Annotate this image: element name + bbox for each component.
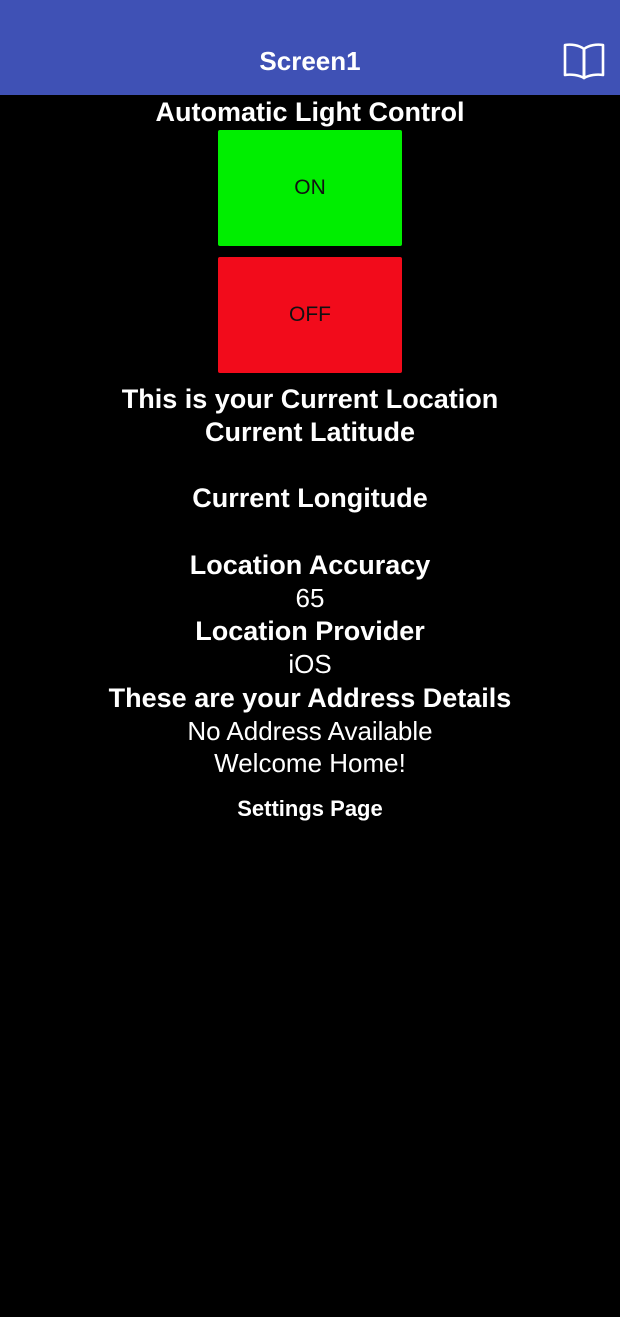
accuracy-value: 65 — [295, 583, 325, 613]
address-value: No Address Available — [187, 716, 433, 746]
latitude-label: Current Latitude — [204, 417, 415, 447]
provider-value: iOS — [288, 649, 332, 679]
off-button-label: OFF — [289, 303, 331, 326]
screen-title: Screen1 — [259, 46, 361, 76]
title-bar: Screen1 — [0, 0, 620, 95]
on-button[interactable]: ON — [218, 130, 402, 246]
provider-label: Location Provider — [195, 616, 425, 646]
address-heading: These are your Address Details — [108, 683, 512, 713]
on-button-label: ON — [294, 176, 326, 199]
screen: Screen1 Automatic Light Control ON OFF T… — [0, 0, 620, 1317]
welcome-text: Welcome Home! — [214, 748, 406, 778]
settings-page-button[interactable]: Settings Page — [0, 794, 620, 824]
page-heading: Automatic Light Control — [155, 97, 465, 127]
accuracy-label: Location Accuracy — [189, 550, 431, 580]
longitude-label: Current Longitude — [192, 483, 428, 513]
off-button[interactable]: OFF — [218, 257, 402, 373]
location-heading: This is your Current Location — [121, 384, 499, 414]
book-icon[interactable] — [562, 42, 606, 80]
